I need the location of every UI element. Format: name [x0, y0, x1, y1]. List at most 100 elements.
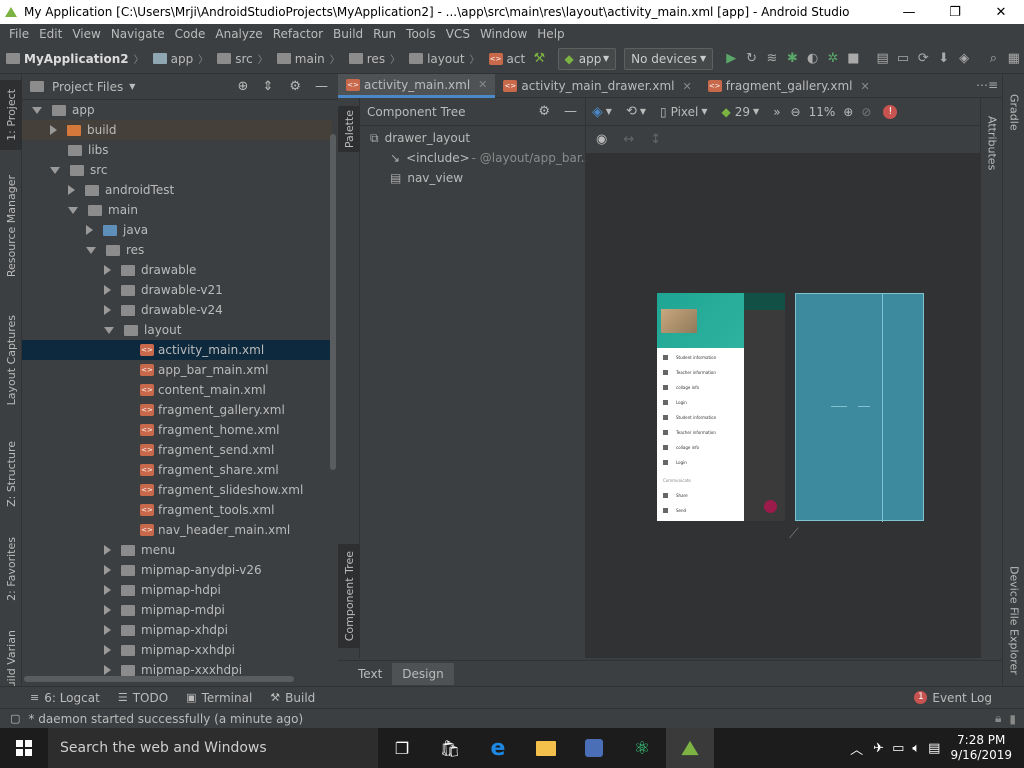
toggle-tool-windows-icon[interactable]: ▢	[10, 712, 20, 725]
store-icon[interactable]: 🛍︎	[426, 728, 474, 768]
menu-help[interactable]: Help	[532, 27, 569, 41]
resize-handle-icon[interactable]: ⟋	[789, 526, 799, 542]
collapsed-arrow-icon[interactable]	[104, 585, 111, 595]
media-player-icon[interactable]	[570, 728, 618, 768]
collapsed-arrow-icon[interactable]	[104, 565, 111, 575]
avd-manager-icon[interactable]: ▭	[896, 50, 910, 68]
menu-run[interactable]: Run	[368, 27, 401, 41]
editor-tab-activity-main-drawer[interactable]: <> activity_main_drawer.xml ✕	[495, 74, 699, 98]
breadcrumb-activity[interactable]: <> act	[488, 52, 525, 66]
profile-icon[interactable]: ◐	[805, 50, 819, 68]
lock-icon[interactable]: 🔒︎	[995, 711, 1001, 726]
tree-item-fragment-home-xml[interactable]: <> fragment_home.xml	[22, 420, 332, 440]
hide-panel-icon[interactable]: —	[564, 104, 577, 119]
tool-tab-structure[interactable]: Z: Structure	[0, 434, 22, 514]
tool-terminal[interactable]: ▣ Terminal	[186, 691, 252, 705]
menu-window[interactable]: Window	[475, 27, 532, 41]
breadcrumb-main[interactable]: main 〉	[276, 51, 345, 66]
tree-item-activity-main-xml[interactable]: <> activity_main.xml	[22, 340, 332, 360]
collapsed-arrow-icon[interactable]	[68, 185, 75, 195]
orientation-icon[interactable]: ⟲	[626, 104, 637, 119]
battery-icon[interactable]: ▭	[892, 741, 904, 756]
tool-build[interactable]: ⚒ Build	[270, 691, 315, 705]
tab-design[interactable]: Design	[392, 662, 454, 685]
zoom-fit-icon[interactable]: ⊘	[861, 105, 871, 119]
collapsed-arrow-icon[interactable]	[104, 285, 111, 295]
clock[interactable]: 7:28 PM 9/16/2019	[950, 733, 1012, 763]
tool-logcat[interactable]: ≡ 6: Logcat	[30, 691, 100, 705]
tree-item-mipmap-hdpi[interactable]: mipmap-hdpi	[22, 580, 332, 600]
tool-event-log[interactable]: 1 Event Log	[914, 691, 992, 705]
tree-item-res[interactable]: res	[22, 240, 332, 260]
network-icon[interactable]: ✈	[873, 741, 884, 756]
tool-tab-gradle[interactable]: Gradle	[1003, 86, 1024, 138]
menu-edit[interactable]: Edit	[34, 27, 67, 41]
tree-item-fragment-slideshow-xml[interactable]: <> fragment_slideshow.xml	[22, 480, 332, 500]
expanded-arrow-icon[interactable]	[86, 246, 96, 254]
tree-item-nav-header-main-xml[interactable]: <> nav_header_main.xml	[22, 520, 332, 540]
tree-item-drawer-layout[interactable]: ⧉ drawer_layout	[370, 128, 470, 148]
sync-gradle-icon[interactable]: ⟳	[916, 50, 930, 68]
close-tab-icon[interactable]: ✕	[860, 80, 869, 93]
stop-icon[interactable]: ■	[846, 50, 860, 68]
expanded-arrow-icon[interactable]	[50, 166, 60, 174]
run-icon[interactable]: ▶	[724, 50, 738, 68]
menu-file[interactable]: File	[4, 27, 34, 41]
api-level-select[interactable]: 29	[735, 105, 750, 119]
breadcrumb-app[interactable]: app 〉	[152, 51, 214, 66]
chevron-down-icon[interactable]: ▼	[753, 107, 759, 116]
tray-chevron-up-icon[interactable]: ︿	[850, 739, 863, 758]
breadcrumb-res[interactable]: res 〉	[348, 51, 405, 66]
tree-item-fragment-tools-xml[interactable]: <> fragment_tools.xml	[22, 500, 332, 520]
tree-item-drawable-v21[interactable]: drawable-v21	[22, 280, 332, 300]
locate-icon[interactable]: ⊕	[238, 79, 249, 94]
search-icon[interactable]: ⌕	[986, 50, 1000, 68]
error-badge-icon[interactable]: !	[883, 104, 898, 119]
tab-text[interactable]: Text	[348, 663, 392, 685]
tool-todo[interactable]: ☰ TODO	[118, 691, 168, 705]
collapsed-arrow-icon[interactable]	[104, 605, 111, 615]
tree-item-mipmap-xhdpi[interactable]: mipmap-xhdpi	[22, 620, 332, 640]
apk-icon[interactable]: ◈	[957, 50, 971, 68]
collapsed-arrow-icon[interactable]	[104, 645, 111, 655]
tree-item-app-bar-main-xml[interactable]: <> app_bar_main.xml	[22, 360, 332, 380]
tree-item-mipmap-anydpi-v26[interactable]: mipmap-anydpi-v26	[22, 560, 332, 580]
tool-tab-attributes[interactable]: Attributes	[981, 110, 1003, 176]
menu-code[interactable]: Code	[170, 27, 211, 41]
menu-vcs[interactable]: VCS	[441, 27, 475, 41]
android-studio-taskbar-icon[interactable]	[666, 728, 714, 768]
collapsed-arrow-icon[interactable]	[104, 265, 111, 275]
tree-item-libs[interactable]: libs	[22, 140, 332, 160]
tree-item-include[interactable]: ↘ <include> - @layout/app_bar...	[390, 148, 592, 168]
tool-tab-project[interactable]: 1: Project	[0, 80, 22, 150]
tree-item-androidtest[interactable]: androidTest	[22, 180, 332, 200]
chevron-down-icon[interactable]: ▼	[129, 82, 135, 91]
menu-build[interactable]: Build	[328, 27, 368, 41]
run-config-select[interactable]: ◆ app ▼	[557, 47, 617, 70]
tree-item-app[interactable]: app	[22, 100, 332, 120]
edge-browser-icon[interactable]: e	[474, 728, 522, 768]
expanded-arrow-icon[interactable]	[68, 206, 78, 214]
chevron-down-icon[interactable]: ▼	[701, 107, 707, 116]
breadcrumb-layout[interactable]: layout 〉	[409, 51, 484, 66]
file-explorer-icon[interactable]	[522, 728, 570, 768]
collapsed-arrow-icon[interactable]	[104, 665, 111, 675]
attach-debugger-icon[interactable]: ✲	[826, 50, 840, 68]
tool-tab-build-variants[interactable]: Build Variants	[0, 630, 22, 686]
zoom-out-icon[interactable]: ⊖	[791, 105, 801, 119]
eye-icon[interactable]: ◉	[596, 132, 607, 147]
editor-tab-fragment-gallery[interactable]: <> fragment_gallery.xml ✕	[700, 74, 878, 98]
tree-item-nav-view[interactable]: ▤ nav_view	[390, 168, 463, 188]
menu-refactor[interactable]: Refactor	[268, 27, 328, 41]
collapse-all-icon[interactable]: ⇕	[262, 79, 273, 94]
tree-item-layout[interactable]: layout	[22, 320, 332, 340]
close-tab-icon[interactable]: ✕	[478, 78, 487, 91]
device-select[interactable]: No devices ▼	[624, 47, 714, 70]
blueprint-preview[interactable]	[795, 293, 924, 522]
breadcrumb-src[interactable]: src 〉	[217, 51, 273, 66]
expanded-arrow-icon[interactable]	[104, 326, 114, 334]
apply-changes-icon[interactable]: ↻	[744, 50, 758, 68]
breadcrumb-project[interactable]: MyApplication2 〉	[6, 51, 149, 66]
tree-item-mipmap-xxhdpi[interactable]: mipmap-xxhdpi	[22, 640, 332, 660]
sdk-manager-icon[interactable]: ⬇	[937, 50, 951, 68]
